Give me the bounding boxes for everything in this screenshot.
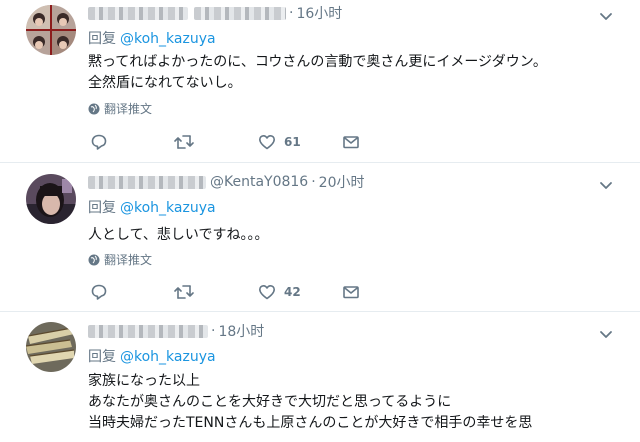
avatar[interactable]	[26, 5, 76, 55]
reply-context: 回复 @koh_kazuya	[88, 28, 216, 48]
tweet-text-line: 全然盾になれてないし。	[88, 75, 242, 91]
chevron-down-icon[interactable]	[598, 326, 614, 342]
tweet-text: 黙ってればよかったのに、コウさんの言動で奥さん更にイメージダウン。 全然盾になれ…	[88, 52, 628, 94]
avatar[interactable]	[26, 174, 76, 224]
like-count: 61	[284, 135, 301, 149]
reply-prefix: 回复	[88, 31, 116, 47]
tweet-text-line: 家族になった以上	[88, 373, 200, 389]
retweet-icon	[174, 135, 194, 149]
blurred-username[interactable]	[88, 175, 206, 189]
separator-dot: ·	[289, 5, 294, 21]
timestamp[interactable]: 18小时	[218, 321, 264, 341]
like-icon	[259, 285, 275, 300]
translate-label: 翻译推文	[104, 253, 153, 267]
tweet-header: · 16小时	[88, 2, 342, 24]
tweet-text: 人として、悲しいですね。。。	[88, 225, 628, 246]
message-button[interactable]	[342, 281, 360, 303]
separator-dot: ·	[311, 174, 316, 190]
retweet-icon	[174, 285, 194, 299]
reply-button[interactable]	[90, 281, 108, 303]
reply-button[interactable]	[90, 131, 108, 153]
tweet-text-line: 黙ってればよかったのに、コウさんの言動で奥さん更にイメージダウン。	[88, 54, 547, 70]
mention-link[interactable]: @koh_kazuya	[120, 31, 216, 47]
tweet-text-line: 当時夫婦だったTENNさんも上原さんのことが大好きで相手の幸せを思	[88, 415, 533, 431]
message-icon	[343, 136, 359, 149]
globe-icon	[88, 254, 100, 265]
reply-icon	[91, 134, 107, 150]
like-button[interactable]: 61	[258, 131, 301, 153]
chevron-down-icon[interactable]	[598, 177, 614, 193]
tweet-1[interactable]: · 16小时 回复 @koh_kazuya 黙ってればよかったのに、コウさんの言動…	[0, 0, 640, 163]
mention-link[interactable]: @koh_kazuya	[120, 349, 216, 365]
avatar[interactable]	[26, 322, 76, 372]
reply-prefix: 回复	[88, 349, 116, 365]
tweet-text-line: あなたが奥さんのことを大好きで大切だと思ってるように	[88, 394, 452, 410]
timestamp[interactable]: 20小时	[319, 172, 365, 192]
blurred-username[interactable]	[88, 324, 208, 338]
translate-link[interactable]: 翻译推文	[88, 251, 152, 268]
message-icon	[343, 286, 359, 299]
like-icon	[259, 135, 275, 150]
separator-dot: ·	[211, 323, 216, 339]
tweet-2[interactable]: @KentaY0816 · 20小时 回复 @koh_kazuya 人として、悲し…	[0, 163, 640, 312]
like-count: 42	[284, 285, 301, 299]
globe-icon	[88, 103, 100, 114]
tweet-header: · 18小时	[88, 320, 264, 342]
retweet-button[interactable]	[174, 281, 194, 303]
blurred-username[interactable]	[88, 6, 188, 20]
like-button[interactable]: 42	[258, 281, 301, 303]
reply-context: 回复 @koh_kazuya	[88, 197, 216, 217]
tweet-actions: 61	[88, 131, 378, 153]
message-button[interactable]	[342, 131, 360, 153]
tweet-text-line: 人として、悲しいですね。。。	[88, 227, 269, 243]
user-handle[interactable]: @KentaY0816	[210, 174, 308, 190]
translate-label: 翻译推文	[104, 102, 153, 116]
tweet-3[interactable]: · 18小时 回复 @koh_kazuya 家族になった以上 あなたが奥さんのこと…	[0, 312, 640, 442]
translate-link[interactable]: 翻译推文	[88, 100, 152, 117]
reply-context: 回复 @koh_kazuya	[88, 346, 216, 366]
tweet-text: 家族になった以上 あなたが奥さんのことを大好きで大切だと思ってるように 当時夫婦…	[88, 371, 628, 434]
blurred-handle	[194, 6, 286, 20]
mention-link[interactable]: @koh_kazuya	[120, 200, 216, 216]
timestamp[interactable]: 16小时	[296, 3, 342, 23]
reply-icon	[91, 284, 107, 300]
tweet-actions: 42	[88, 281, 378, 303]
retweet-button[interactable]	[174, 131, 194, 153]
tweet-header: @KentaY0816 · 20小时	[88, 171, 365, 193]
chevron-down-icon[interactable]	[598, 8, 614, 24]
reply-prefix: 回复	[88, 200, 116, 216]
